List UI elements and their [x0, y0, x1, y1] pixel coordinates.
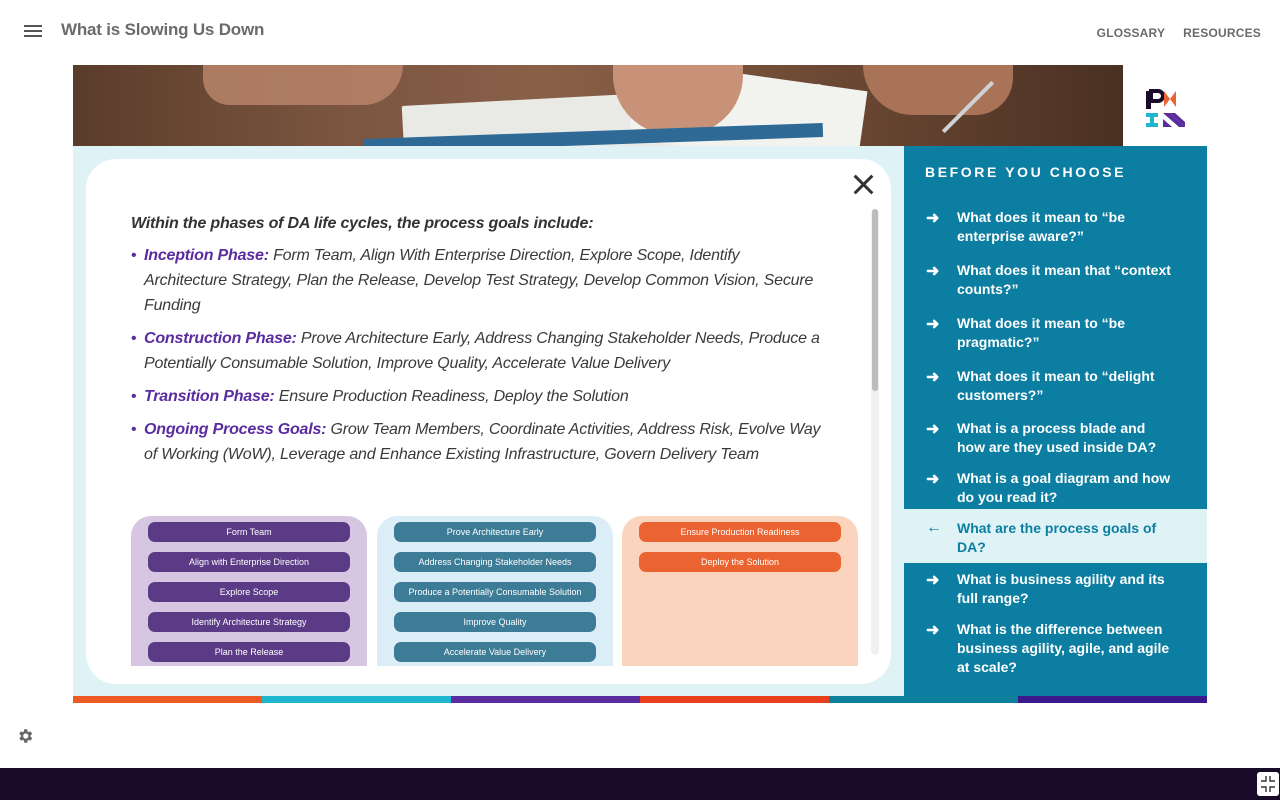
sidebar-heading: BEFORE YOU CHOOSE [925, 164, 1127, 180]
sidebar-item-goal-diagram[interactable]: ➜ What is a goal diagram and how do you … [904, 469, 1207, 509]
sidebar-item-business-agility[interactable]: ➜ What is business agility and its full … [904, 570, 1207, 610]
construction-column: Prove Architecture Early Address Changin… [377, 516, 613, 666]
phase-goals: Ensure Production Readiness, Deploy the … [274, 388, 629, 405]
sidebar-item-process-blade[interactable]: ➜ What is a process blade and how are th… [904, 419, 1207, 459]
goal-pill: Align with Enterprise Direction [148, 552, 350, 572]
goal-pill: Explore Scope [148, 582, 350, 602]
exit-fullscreen-icon[interactable] [1257, 772, 1279, 796]
modal-card: Within the phases of DA life cycles, the… [86, 159, 891, 684]
sidebar-item-enterprise-aware[interactable]: ➜ What does it mean to “be enterprise aw… [904, 208, 1207, 248]
sidebar-item-label: What is business agility and its full ra… [957, 571, 1165, 606]
stripe-segment [451, 696, 640, 703]
stripe-segment [829, 696, 1018, 703]
goal-pill: Ensure Production Readiness [639, 522, 841, 542]
sidebar-item-label: What is the difference between business … [957, 621, 1170, 675]
sidebar-item-process-goals[interactable]: ← What are the process goals of DA? [904, 509, 1207, 563]
gear-icon[interactable] [16, 727, 34, 745]
goal-pill: Plan the Release [148, 642, 350, 662]
goal-pill: Identify Architecture Strategy [148, 612, 350, 632]
sidebar-item-delight-customers[interactable]: ➜ What does it mean to “delight customer… [904, 367, 1207, 407]
resources-link[interactable]: RESOURCES [1183, 26, 1261, 40]
main-area: Within the phases of DA life cycles, the… [73, 146, 904, 696]
arrow-right-icon: ➜ [926, 210, 940, 227]
sidebar-item-label: What is a process blade and how are they… [957, 420, 1157, 455]
list-item: Ongoing Process Goals: Grow Team Members… [131, 417, 821, 467]
goal-diagram: Form Team Align with Enterprise Directio… [131, 516, 859, 666]
sidebar-item-label: What is a goal diagram and how do you re… [957, 470, 1171, 505]
top-bar: What is Slowing Us Down GLOSSARY RESOURC… [0, 0, 1280, 62]
goal-pill: Improve Quality [394, 612, 596, 632]
page-title: What is Slowing Us Down [61, 20, 265, 39]
sidebar-item-label: What does it mean to “be pragmatic?” [957, 315, 1126, 350]
inception-column: Form Team Align with Enterprise Directio… [131, 516, 367, 666]
goal-pill: Address Changing Stakeholder Needs [394, 552, 596, 572]
goal-pill: Accelerate Value Delivery [394, 642, 596, 662]
sidebar-item-context-counts[interactable]: ➜ What does it mean that “context counts… [904, 261, 1207, 301]
arrow-right-icon: ➜ [926, 471, 940, 488]
phase-label: Ongoing Process Goals: [144, 421, 327, 438]
transition-column: Ensure Production Readiness Deploy the S… [622, 516, 858, 666]
footer-bar [0, 768, 1280, 800]
sidebar-item-label: What does it mean to “be enterprise awar… [957, 209, 1126, 244]
goal-pill: Form Team [148, 522, 350, 542]
list-item: Inception Phase: Form Team, Align With E… [131, 243, 821, 318]
modal-content: Within the phases of DA life cycles, the… [131, 215, 821, 475]
stripe-segment [640, 696, 829, 703]
menu-icon[interactable] [24, 25, 42, 39]
stripe-segment [73, 696, 262, 703]
phase-label: Construction Phase: [144, 330, 297, 347]
arrow-right-icon: ➜ [926, 369, 940, 386]
goal-pill: Prove Architecture Early [394, 522, 596, 542]
sidebar-item-label: What does it mean that “context counts?” [957, 262, 1171, 297]
glossary-link[interactable]: GLOSSARY [1097, 26, 1166, 40]
arrow-right-icon: ➜ [926, 316, 940, 333]
sidebar: BEFORE YOU CHOOSE ➜ What does it mean to… [904, 146, 1207, 696]
close-icon[interactable] [852, 172, 876, 198]
arrow-right-icon: ➜ [926, 622, 940, 639]
stripe-segment [262, 696, 451, 703]
list-item: Transition Phase: Ensure Production Read… [131, 384, 821, 409]
goal-pill: Deploy the Solution [639, 552, 841, 572]
hero-image [73, 65, 1123, 146]
list-item: Construction Phase: Prove Architecture E… [131, 326, 821, 376]
stripe-segment [1018, 696, 1207, 703]
arrow-right-icon: ➜ [926, 263, 940, 280]
sidebar-item-pragmatic[interactable]: ➜ What does it mean to “be pragmatic?” [904, 314, 1207, 354]
phase-label: Transition Phase: [144, 388, 275, 405]
sidebar-item-agility-difference[interactable]: ➜ What is the difference between busines… [904, 620, 1207, 680]
goals-list: Inception Phase: Form Team, Align With E… [131, 243, 821, 467]
arrow-left-icon: ← [926, 519, 942, 536]
sidebar-item-label: What are the process goals of DA? [957, 520, 1157, 555]
top-links: GLOSSARY RESOURCES [1097, 26, 1261, 40]
goal-pill: Produce a Potentially Consumable Solutio… [394, 582, 596, 602]
intro-text: Within the phases of DA life cycles, the… [131, 215, 594, 232]
sidebar-item-label: What does it mean to “delight customers?… [957, 368, 1155, 403]
pmi-logo [1146, 89, 1185, 127]
scrollbar-thumb[interactable] [872, 209, 878, 391]
phase-label: Inception Phase: [144, 247, 269, 264]
arrow-right-icon: ➜ [926, 572, 940, 589]
arrow-right-icon: ➜ [926, 421, 940, 438]
color-stripe [73, 696, 1207, 703]
